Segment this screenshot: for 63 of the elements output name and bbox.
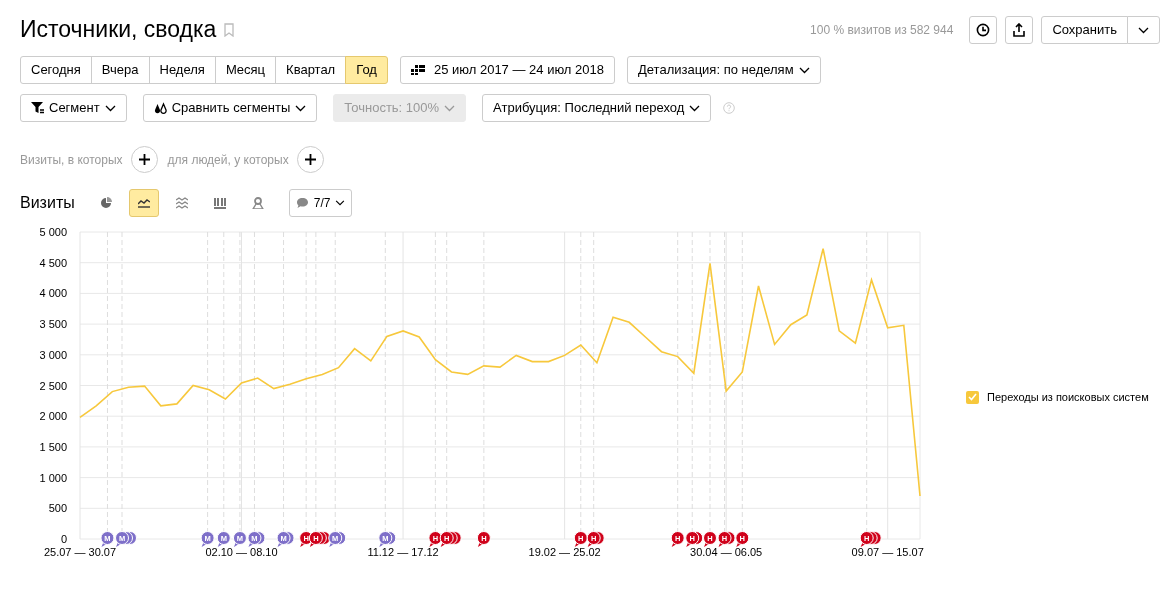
period-tab[interactable]: Вчера [90, 56, 150, 84]
x-axis-label: 30.04 — 06.05 [690, 546, 763, 558]
period-tab[interactable]: Квартал [275, 56, 347, 84]
x-axis-label: 25.07 — 30.07 [43, 546, 117, 558]
share-icon [1013, 23, 1026, 37]
visits-summary: 100 % визитов из 582 944 [810, 22, 954, 39]
y-axis-label: 3 500 [39, 318, 67, 331]
legend-label: Переходы из поисковых систем [987, 390, 1149, 405]
x-axis-label: 09.07 — 15.07 [851, 546, 924, 558]
area-chart-icon [175, 197, 188, 209]
y-axis-label: 4 000 [39, 287, 67, 300]
map-pin-icon [251, 197, 264, 209]
filter-dropdown[interactable]: Атрибуция: Последний переход [482, 94, 712, 122]
add-condition-button[interactable] [130, 146, 158, 173]
period-tab[interactable]: Сегодня [20, 56, 92, 84]
drops-icon [153, 102, 167, 114]
x-axis-label: 19.02 — 25.02 [528, 546, 601, 558]
y-axis-label: 500 [48, 502, 67, 515]
calendar-icon [410, 65, 425, 75]
y-axis-label: 5 000 [39, 226, 67, 238]
caret-icon [1138, 26, 1149, 34]
chart-title: Визиты [20, 193, 75, 213]
export-button[interactable] [1005, 16, 1034, 44]
y-axis-label: 3 000 [39, 348, 67, 361]
caret-icon [104, 104, 116, 112]
bar-chart-icon [213, 197, 226, 209]
clock-icon [976, 23, 991, 37]
speech-bubble-icon [295, 197, 309, 209]
condition-label: для людей, у которых [167, 151, 289, 169]
add-condition-button[interactable] [296, 146, 324, 173]
caret-icon [295, 104, 307, 112]
pie-chart-icon [99, 197, 112, 209]
period-tab[interactable]: Год [345, 56, 388, 84]
chart-type-button[interactable] [128, 189, 159, 217]
detail-dropdown[interactable]: Детализация: по неделям [627, 56, 821, 84]
caret-icon [444, 104, 456, 112]
caret-icon [689, 104, 701, 112]
filter-dropdown[interactable]: Сравнить сегменты [142, 94, 318, 122]
period-tab[interactable]: Неделя [148, 56, 216, 84]
page-title: Источники, сводка [20, 16, 217, 44]
save-button[interactable]: Сохранить [1041, 16, 1128, 44]
y-axis-label: 0 [60, 533, 67, 545]
condition-label: Визиты, в которых [20, 151, 123, 169]
filter-dropdown[interactable]: Сегмент [20, 94, 127, 122]
y-axis-label: 1 000 [39, 471, 67, 484]
y-axis-label: 4 500 [39, 256, 67, 269]
legend-checkbox[interactable] [966, 390, 979, 404]
caret-icon [335, 200, 346, 206]
caret-icon [798, 66, 810, 74]
y-axis-label: 2 000 [39, 410, 67, 423]
y-axis-label: 2 500 [39, 379, 67, 392]
plus-icon [304, 154, 316, 165]
history-button[interactable] [969, 16, 998, 44]
period-tab[interactable]: Месяц [214, 56, 277, 84]
x-axis-label: 02.10 — 08.10 [205, 546, 278, 558]
y-axis-label: 1 500 [39, 440, 67, 453]
plus-icon [138, 154, 150, 165]
funnel-icon [31, 102, 44, 114]
line-chart-icon [137, 197, 150, 209]
date-range-button[interactable]: 25 июл 2017 — 24 июл 2018 [399, 56, 615, 84]
comments-dropdown[interactable]: 7/7 [288, 189, 353, 217]
x-axis-label: 11.12 — 17.12 [367, 546, 439, 558]
save-menu-button[interactable] [1127, 16, 1160, 44]
